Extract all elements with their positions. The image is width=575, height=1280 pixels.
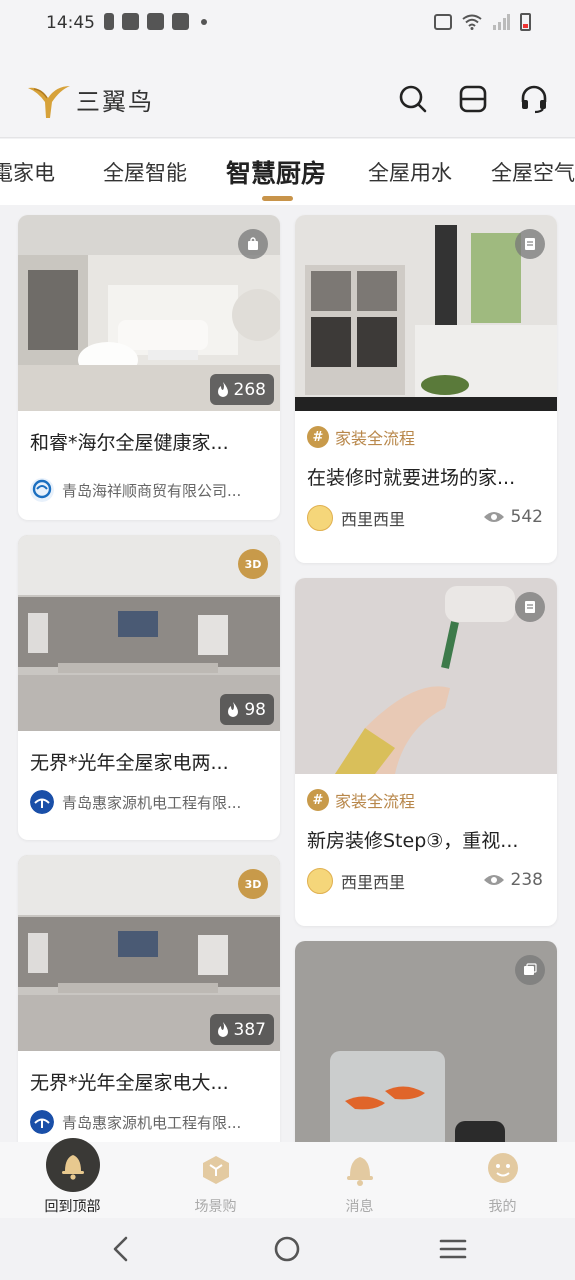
heat-badge: 387 [209,1014,274,1045]
menu-icon[interactable] [438,1234,468,1264]
card-org: 青岛海祥顺商贸有限公司... [30,478,270,502]
avatar [307,505,333,531]
heat-count: 98 [244,699,266,720]
tab-whole-house-water[interactable]: 全屋用水 [368,157,452,187]
card-title: 无界*光年全屋家电大... [30,1072,229,1094]
feed-card[interactable] [295,941,557,1142]
tab-smart-kitchen[interactable]: 智慧厨房 [226,154,326,190]
article-icon [515,592,545,622]
scan-icon[interactable] [458,84,488,114]
topic-tag[interactable]: # 家装全流程 [307,425,415,449]
feed-card[interactable]: 3D 98 无界*光年全屋家电两... 青岛惠家源机电工程有限... [18,535,280,840]
card-title: 和睿*海尔全屋健康家... [30,432,229,454]
shopping-bag-icon [172,13,189,30]
nav-scene-shopping[interactable]: 场景购 [158,1142,273,1218]
card-org: 青岛惠家源机电工程有限... [30,1110,270,1134]
eye-icon [483,875,504,885]
card-title: 无界*光年全屋家电两... [30,752,229,774]
view-count: 542 [483,507,543,527]
back-icon[interactable] [106,1234,136,1264]
org-logo-icon [30,478,54,502]
nav-label: 场景购 [194,1199,237,1215]
heat-count: 387 [233,1019,266,1040]
tab-appliances[interactable]: 電家电 [0,157,55,187]
nav-back-to-top[interactable]: 回到顶部 [15,1138,130,1218]
alert-icon [104,13,114,30]
active-tab-indicator [262,196,293,201]
more-dot-icon [201,18,207,25]
nav-messages[interactable]: 消息 [302,1142,417,1218]
avatar [307,868,333,894]
author-name: 西里西里 [341,510,406,529]
brand-name: 三翼鸟 [76,87,154,116]
content-feed[interactable]: 268 和睿*海尔全屋健康家... 青岛海祥顺商贸有限公司... 3D 98 无… [0,205,575,1142]
shopping-bag-icon [122,13,139,30]
topic-tag[interactable]: # 家装全流程 [307,788,415,812]
system-navigation-bar [0,1218,575,1280]
home-icon[interactable] [272,1234,302,1264]
hashtag-icon: # [307,426,329,448]
view-count: 238 [483,870,543,890]
heat-count: 268 [233,379,266,400]
notification-icons [104,13,207,30]
org-name: 青岛惠家源机电工程有限... [62,793,242,812]
shopping-bag-icon [238,229,268,259]
bird-logo-icon [28,86,70,118]
feed-card[interactable]: # 家装全流程 新房装修Step③，重视... 西里西里 238 [295,578,557,926]
nav-label: 消息 [345,1199,374,1215]
system-icons [434,13,531,31]
org-name: 青岛惠家源机电工程有限... [62,1113,242,1132]
card-title: 新房装修Step③，重视... [307,830,519,852]
user-icon [487,1153,518,1183]
view-count-value: 542 [510,507,543,527]
org-name: 青岛海祥顺商贸有限公司... [62,481,242,500]
wifi-icon [462,14,482,30]
search-icon[interactable] [398,84,428,114]
nav-profile[interactable]: 我的 [445,1142,560,1218]
article-icon [515,229,545,259]
tab-smart-home[interactable]: 全屋智能 [103,157,187,187]
app-header: 三翼鸟 [0,48,575,138]
flame-icon [217,381,228,397]
feed-card[interactable]: 3D 387 无界*光年全屋家电大... 青岛惠家源机电工程有限... [18,855,280,1142]
tab-whole-house-air[interactable]: 全屋空气 [491,157,575,187]
feed-card[interactable]: # 家装全流程 在装修时就要进场的家... 西里西里 542 [295,215,557,563]
feed-card[interactable]: 268 和睿*海尔全屋健康家... 青岛海祥顺商贸有限公司... [18,215,280,520]
card-org: 青岛惠家源机电工程有限... [30,790,270,814]
bottom-tab-bar: 回到顶部 场景购 消息 我的 [0,1138,575,1218]
shopping-bag-icon [147,13,164,30]
3d-badge-icon: 3D [238,549,268,579]
cube-icon [202,1156,229,1184]
vibrate-icon [434,14,452,30]
brand-logo: 三翼鸟 [26,78,154,120]
hashtag-icon: # [307,789,329,811]
flame-icon [217,1021,228,1037]
status-time: 14:45 [46,13,95,33]
battery-icon [520,13,531,31]
bell-icon [346,1157,373,1186]
view-count-value: 238 [510,870,543,890]
card-title: 在装修时就要进场的家... [307,467,516,489]
nav-label: 回到顶部 [44,1199,101,1215]
nav-label: 我的 [488,1199,517,1215]
category-tabs: 電家电 全屋智能 智慧厨房 全屋用水 全屋空气 [0,139,575,205]
3d-badge-icon: 3D [238,869,268,899]
signal-icon [493,14,510,30]
status-bar: 14:45 [0,0,575,48]
eye-icon [483,512,504,522]
headset-icon[interactable] [519,84,549,114]
heat-badge: 98 [220,694,274,725]
author-name: 西里西里 [341,873,406,892]
gallery-icon [515,955,545,985]
flame-icon [228,701,239,717]
tag-label: 家装全流程 [335,429,416,448]
back-to-top-icon [45,1138,100,1192]
org-logo-icon [30,1110,54,1134]
tag-label: 家装全流程 [335,792,416,811]
org-logo-icon [30,790,54,814]
heat-badge: 268 [209,374,274,405]
